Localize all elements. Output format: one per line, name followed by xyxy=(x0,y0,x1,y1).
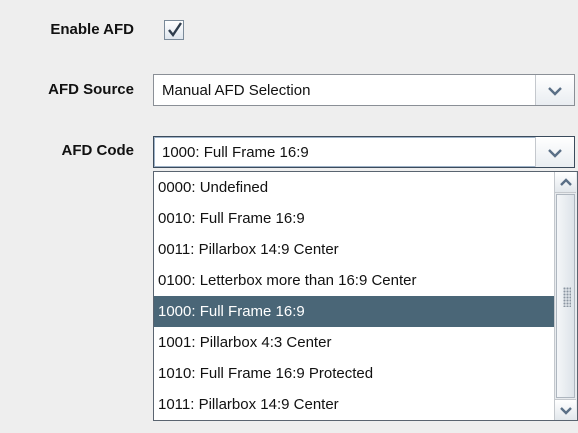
afd-source-select[interactable]: Manual AFD Selection xyxy=(153,74,575,106)
afd-source-dropdown-button[interactable] xyxy=(535,75,574,105)
enable-afd-checkbox[interactable] xyxy=(164,20,184,40)
afd-code-options: 0000: Undefined 0010: Full Frame 16:9 00… xyxy=(154,172,555,420)
list-item[interactable]: 0100: Letterbox more than 16:9 Center xyxy=(154,265,555,296)
list-item[interactable]: 0000: Undefined xyxy=(154,172,555,203)
afd-code-label: AFD Code xyxy=(61,142,135,159)
afd-source-label: AFD Source xyxy=(48,81,134,98)
afd-code-dropdown-list[interactable]: 0000: Undefined 0010: Full Frame 16:9 00… xyxy=(153,171,578,421)
dropdown-scrollbar[interactable] xyxy=(554,172,577,420)
afd-code-select[interactable]: 1000: Full Frame 16:9 xyxy=(153,136,575,168)
chevron-down-icon xyxy=(560,407,572,415)
scroll-up-button[interactable] xyxy=(555,172,576,193)
list-item[interactable]: 1010: Full Frame 16:9 Protected xyxy=(154,358,555,389)
list-item[interactable]: 1000: Full Frame 16:9 xyxy=(154,296,555,327)
afd-code-value: 1000: Full Frame 16:9 xyxy=(162,144,309,161)
grip-icon xyxy=(563,287,571,307)
enable-afd-label: Enable AFD xyxy=(50,21,134,38)
scrollbar-thumb[interactable] xyxy=(556,194,575,398)
chevron-down-icon xyxy=(548,149,562,158)
list-item[interactable]: 1011: Pillarbox 14:9 Center xyxy=(154,389,555,420)
chevron-up-icon xyxy=(560,178,572,186)
chevron-down-icon xyxy=(548,87,562,96)
scroll-down-button[interactable] xyxy=(555,399,576,420)
afd-code-dropdown-button[interactable] xyxy=(535,137,574,167)
afd-source-value: Manual AFD Selection xyxy=(162,82,311,99)
list-item[interactable]: 0011: Pillarbox 14:9 Center xyxy=(154,234,555,265)
list-item[interactable]: 0010: Full Frame 16:9 xyxy=(154,203,555,234)
list-item[interactable]: 1001: Pillarbox 4:3 Center xyxy=(154,327,555,358)
checkmark-icon xyxy=(168,22,182,38)
